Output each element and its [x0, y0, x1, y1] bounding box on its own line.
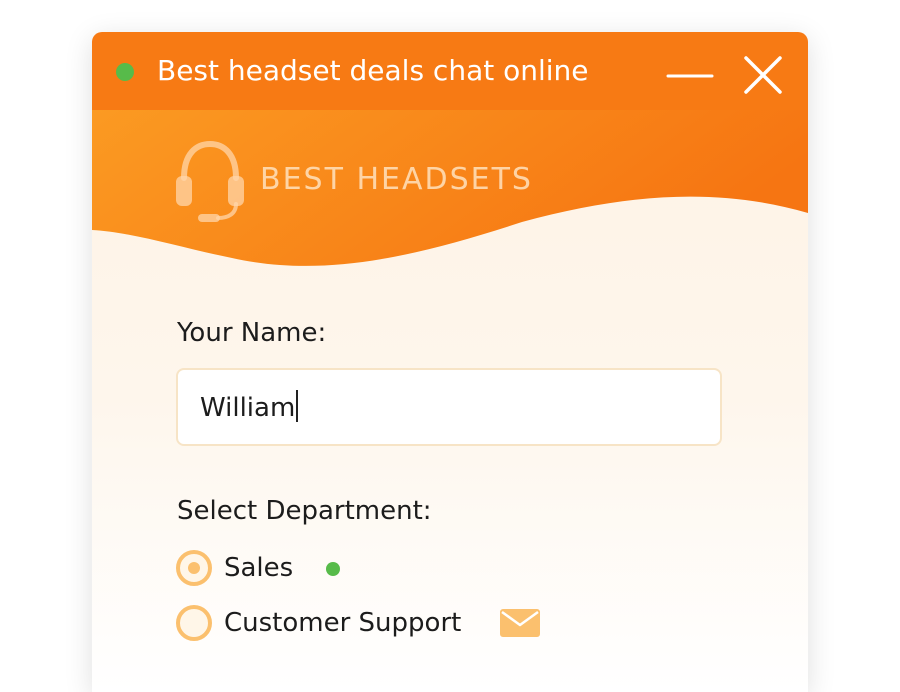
minimize-button[interactable]	[662, 56, 718, 100]
window-title: Best headset deals chat online	[157, 54, 589, 87]
name-input-value: William	[200, 390, 299, 423]
radio-button-selected[interactable]	[176, 550, 212, 586]
radio-dot	[188, 562, 200, 574]
department-option-label: Sales	[224, 553, 294, 583]
department-option-sales[interactable]: Sales	[176, 548, 636, 588]
name-label: Your Name:	[177, 318, 327, 348]
online-dot-icon	[326, 562, 340, 576]
name-input-field[interactable]: William	[176, 368, 722, 446]
department-option-label: Customer Support	[224, 608, 462, 638]
mail-icon	[500, 609, 540, 637]
minimize-icon	[666, 74, 714, 78]
radio-button[interactable]	[176, 605, 212, 641]
close-icon	[744, 56, 782, 94]
close-button[interactable]	[736, 50, 792, 100]
brand-name: BEST HEADSETS	[260, 162, 533, 197]
text-caret	[296, 390, 299, 422]
department-option-customer-support[interactable]: Customer Support	[176, 603, 636, 643]
chat-window: Best headset deals chat online BEST HEAD…	[92, 32, 808, 692]
department-label: Select Department:	[177, 496, 432, 526]
online-status-dot	[116, 63, 134, 81]
headset-icon	[176, 140, 244, 222]
title-bar: Best headset deals chat online	[92, 32, 808, 110]
